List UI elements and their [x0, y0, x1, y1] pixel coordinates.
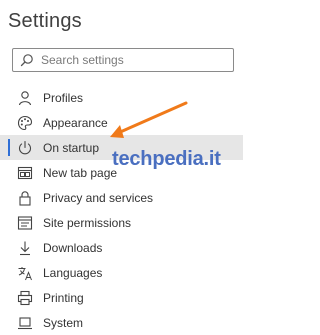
search-box[interactable] — [12, 48, 234, 72]
sidebar-item-label: Appearance — [43, 115, 108, 130]
sidebar-item-label: Languages — [43, 265, 103, 280]
download-icon — [16, 239, 34, 257]
printer-icon — [16, 289, 34, 307]
sidebar-item-label: On startup — [43, 140, 100, 155]
sidebar-item-label: Downloads — [43, 240, 103, 255]
sidebar-item-label: Printing — [43, 290, 84, 305]
watermark-text: techpedia.it — [112, 148, 221, 170]
sidebar-item-label: System — [43, 315, 84, 330]
laptop-icon — [16, 314, 34, 332]
sidebar-item-system[interactable]: System — [0, 310, 243, 335]
palette-icon — [16, 114, 34, 132]
new-tab-icon — [16, 164, 34, 182]
sidebar-item-appearance[interactable]: Appearance — [0, 110, 243, 135]
settings-panel: Settings Profiles — [0, 0, 243, 332]
person-icon — [16, 89, 34, 107]
site-permissions-icon — [16, 214, 34, 232]
search-icon — [19, 52, 35, 68]
sidebar-item-label: New tab page — [43, 165, 118, 180]
sidebar-item-label: Profiles — [43, 90, 84, 105]
sidebar-item-label: Site permissions — [43, 215, 132, 230]
page-title: Settings — [8, 10, 82, 32]
lock-icon — [16, 189, 34, 207]
sidebar-item-printing[interactable]: Printing — [0, 285, 243, 310]
sidebar-item-label: Privacy and services — [43, 190, 154, 205]
sidebar-nav: Profiles Appearance On startup New tab p… — [0, 85, 243, 335]
power-icon — [16, 139, 34, 157]
languages-icon — [16, 264, 34, 282]
sidebar-item-languages[interactable]: Languages — [0, 260, 243, 285]
sidebar-item-profiles[interactable]: Profiles — [0, 85, 243, 110]
search-input[interactable] — [41, 53, 221, 67]
sidebar-item-downloads[interactable]: Downloads — [0, 235, 243, 260]
sidebar-item-site-permissions[interactable]: Site permissions — [0, 210, 243, 235]
sidebar-item-privacy-and-services[interactable]: Privacy and services — [0, 185, 243, 210]
